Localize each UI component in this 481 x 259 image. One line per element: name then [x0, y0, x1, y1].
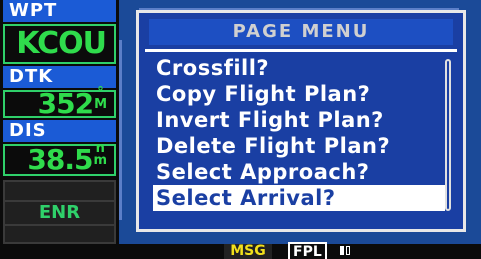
dis-value-box[interactable]: 38.5 n m: [3, 142, 116, 176]
menu-item-select-approach[interactable]: Select Approach?: [153, 159, 445, 185]
dis-value-wrap: 38.5 n m: [27, 142, 107, 176]
page-dot-active: [339, 246, 344, 255]
page-menu-title: PAGE MENU: [149, 19, 453, 45]
page-menu-body: PAGE MENU Crossfill? Copy Flight Plan? I…: [139, 13, 463, 229]
menu-item-crossfill[interactable]: Crossfill?: [153, 55, 445, 81]
menu-item-copy-flight-plan[interactable]: Copy Flight Plan?: [153, 81, 445, 107]
menu-item-invert-flight-plan[interactable]: Invert Flight Plan?: [153, 107, 445, 133]
empty-field: [3, 180, 116, 202]
cdi-mode: ENR: [3, 200, 116, 226]
empty-field-bottom: [3, 224, 116, 244]
menu-item-select-arrival[interactable]: Select Arrival?: [153, 185, 445, 211]
dtk-value: 352: [37, 87, 94, 120]
title-divider: [145, 49, 457, 52]
dtk-unit: ° M: [94, 86, 107, 112]
waypoint-label: WPT: [3, 0, 116, 22]
dtk-value-wrap: 352 ° M: [37, 86, 107, 120]
msg-annunciator[interactable]: MSG: [224, 244, 272, 259]
dtk-unit-bottom: M: [94, 97, 107, 112]
waypoint-value-box[interactable]: KCOU: [3, 24, 116, 64]
status-bar: MSG FPL: [0, 241, 481, 259]
dis-unit-bottom: m: [93, 153, 107, 168]
page-menu-list: Crossfill? Copy Flight Plan? Invert Flig…: [153, 55, 445, 211]
dis-value: 38.5: [27, 143, 93, 176]
gps-screen: WPT KCOU DTK 352 ° M DIS 38.5 n m ENR PAGE M…: [0, 0, 481, 259]
page-position-icon: [339, 244, 352, 259]
page-group-label: FPL: [288, 241, 327, 259]
page-indicator: FPL: [288, 241, 352, 259]
data-field-column: WPT KCOU DTK 352 ° M DIS 38.5 n m ENR: [0, 0, 119, 259]
dtk-value-box[interactable]: 352 ° M: [3, 86, 116, 120]
menu-item-delete-flight-plan[interactable]: Delete Flight Plan?: [153, 133, 445, 159]
page-dot-inactive: [345, 246, 350, 255]
menu-scrollbar[interactable]: [445, 59, 451, 211]
waypoint-value: KCOU: [16, 26, 107, 61]
page-menu-popup: PAGE MENU Crossfill? Copy Flight Plan? I…: [136, 10, 466, 232]
dis-label: DIS: [3, 120, 116, 142]
dis-unit: nm: [93, 142, 107, 168]
